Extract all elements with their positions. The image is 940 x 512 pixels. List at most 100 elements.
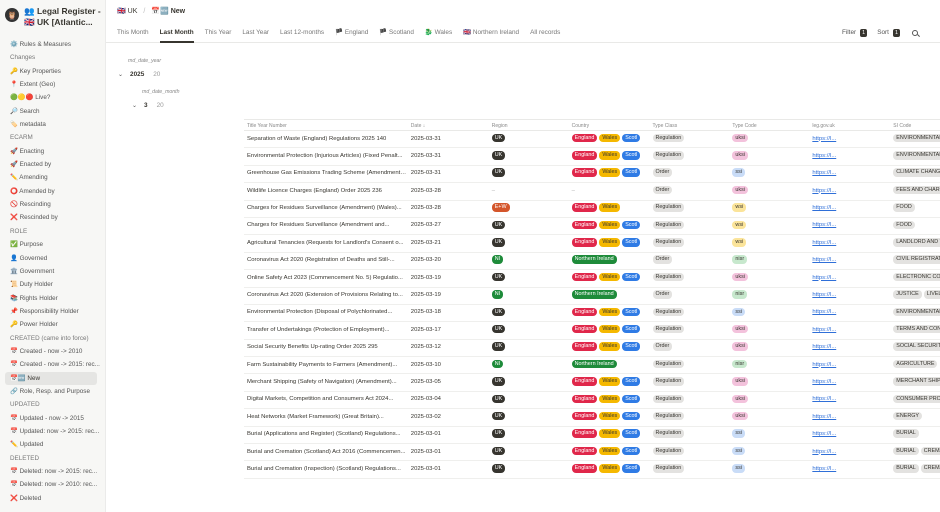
title-cell[interactable]: Transfer of Undertakings (Protection of … — [244, 322, 408, 339]
tab-item[interactable]: 🏴 Scotland — [379, 22, 414, 43]
title-cell[interactable]: Burial (Applications and Register) (Scot… — [244, 426, 408, 443]
sidebar-item[interactable]: 📅 Updated - now -> 2015 — [0, 412, 105, 425]
filter-button[interactable]: Filter 1 — [842, 28, 868, 37]
table-row[interactable]: Charges for Residues Surveillance (Amend… — [244, 217, 940, 236]
sort-button[interactable]: Sort 1 — [877, 28, 900, 37]
leg-gov-link[interactable]: https://l... — [812, 327, 836, 333]
tab-item[interactable]: 🇬🇧 Northern Ireland — [463, 22, 519, 43]
leg-gov-link[interactable]: https://l... — [812, 292, 836, 298]
sidebar-item[interactable]: ✅ Purpose — [0, 238, 105, 251]
chevron-down-icon[interactable]: ⌄ — [132, 102, 137, 109]
table-row[interactable]: Digital Markets, Competition and Consume… — [244, 391, 940, 410]
title-cell[interactable]: Charges for Residues Surveillance (Amend… — [244, 217, 408, 234]
column-header[interactable]: Region — [489, 120, 569, 130]
sidebar-item[interactable]: 🏷️ metadata — [0, 118, 105, 131]
column-header[interactable]: SI Code — [890, 120, 940, 130]
tab-item[interactable]: 🏴 England — [335, 22, 368, 43]
title-cell[interactable]: Farm Sustainability Payments to Farmers … — [244, 357, 408, 374]
table-row[interactable]: Wildlife Licence Charges (England) Order… — [244, 183, 940, 201]
sidebar-item[interactable]: ⚙️ Rules & Measures — [0, 38, 105, 51]
sidebar-item[interactable]: 📌 Responsibility Holder — [0, 305, 105, 318]
leg-gov-link[interactable]: https://l... — [812, 449, 836, 455]
leg-gov-link[interactable]: https://l... — [812, 344, 836, 350]
leg-gov-link[interactable]: https://l... — [812, 362, 836, 368]
table-row[interactable]: Charges for Residues Surveillance (Amend… — [244, 201, 940, 218]
title-cell[interactable]: Burial and Cremation (Scotland) Act 2016… — [244, 444, 408, 461]
leg-gov-link[interactable]: https://l... — [812, 414, 836, 420]
sidebar-item[interactable]: 👤 Governed — [0, 252, 105, 265]
sidebar-item[interactable]: 🔎 Search — [0, 105, 105, 118]
leg-gov-link[interactable]: https://l... — [812, 153, 836, 159]
table-row[interactable]: Greenhouse Gas Emissions Trading Scheme … — [244, 165, 940, 184]
table-row[interactable]: Heat Networks (Market Framework) (Great … — [244, 409, 940, 427]
table-row[interactable]: Agricultural Tenancies (Requests for Lan… — [244, 235, 940, 253]
title-cell[interactable]: Digital Markets, Competition and Consume… — [244, 391, 408, 408]
column-header[interactable]: Type Class — [650, 120, 730, 130]
sidebar-item[interactable]: 📅 Created - now -> 2010 — [0, 345, 105, 358]
sidebar-item[interactable]: 🏛️ Government — [0, 265, 105, 278]
sidebar-item[interactable]: 🚀 Enacting — [0, 145, 105, 158]
table-row[interactable]: Separation of Waste (England) Regulation… — [244, 131, 940, 149]
title-cell[interactable]: Coronavirus Act 2020 (Registration of De… — [244, 252, 408, 269]
sidebar-item[interactable]: 🔑 Key Properties — [0, 65, 105, 78]
table-row[interactable]: Coronavirus Act 2020 (Registration of De… — [244, 252, 940, 271]
title-cell[interactable]: Agricultural Tenancies (Requests for Lan… — [244, 235, 408, 252]
table-row[interactable]: Social Security Benefits Up-rating Order… — [244, 339, 940, 358]
leg-gov-link[interactable]: https://l... — [812, 205, 836, 211]
tab-item[interactable]: Last Year — [242, 22, 269, 43]
leg-gov-link[interactable]: https://l... — [812, 222, 836, 228]
breadcrumb-item-new[interactable]: 📅🆕 New — [151, 7, 185, 15]
title-cell[interactable]: Coronavirus Act 2020 (Extension of Provi… — [244, 287, 408, 304]
title-cell[interactable]: Online Safety Act 2023 (Commencement No.… — [244, 270, 408, 287]
leg-gov-link[interactable]: https://l... — [812, 431, 836, 437]
tab-item[interactable]: This Year — [205, 22, 232, 43]
sidebar-item[interactable]: 🔑 Power Holder — [0, 318, 105, 331]
sidebar-item[interactable]: ✏️ Amending — [0, 171, 105, 184]
title-cell[interactable]: Heat Networks (Market Framework) (Great … — [244, 409, 408, 426]
sidebar-item[interactable]: 📅 Deleted: now -> 2015: rec... — [0, 465, 105, 478]
table-row[interactable]: Burial and Cremation (Scotland) Act 2016… — [244, 444, 940, 462]
leg-gov-link[interactable]: https://l... — [812, 466, 836, 472]
title-cell[interactable]: Separation of Waste (England) Regulation… — [244, 131, 408, 148]
leg-gov-link[interactable]: https://l... — [812, 309, 836, 315]
tab-item[interactable]: 🐉 Wales — [425, 22, 452, 43]
sidebar-item[interactable]: 📅🆕 New — [5, 371, 97, 385]
chevron-down-icon[interactable]: ⌄ — [118, 71, 123, 78]
table-row[interactable]: Burial (Applications and Register) (Scot… — [244, 426, 940, 445]
tab-item[interactable]: Last Month — [159, 22, 194, 43]
title-cell[interactable]: Wildlife Licence Charges (England) Order… — [244, 183, 408, 200]
table-row[interactable]: Merchant Shipping (Safety of Navigation)… — [244, 374, 940, 392]
leg-gov-link[interactable]: https://l... — [812, 257, 836, 263]
table-row[interactable]: Coronavirus Act 2020 (Extension of Provi… — [244, 288, 940, 305]
title-cell[interactable]: Merchant Shipping (Safety of Navigation)… — [244, 374, 408, 391]
sidebar-item[interactable]: 📅 Created - now -> 2015: rec... — [0, 358, 105, 371]
title-cell[interactable]: Social Security Benefits Up-rating Order… — [244, 339, 408, 356]
table-row[interactable]: Environmental Protection (Disposal of Po… — [244, 304, 940, 323]
table-row[interactable]: Environmental Protection (Injurious Arti… — [244, 148, 940, 166]
sidebar-item[interactable]: 🟢🟡🔴 Live? — [0, 91, 105, 104]
column-header[interactable]: leg.gov.uk — [809, 120, 890, 130]
group-header-month[interactable]: ⌄ 3 20 — [132, 102, 164, 109]
sidebar-item[interactable]: 🚀 Enacted by — [0, 158, 105, 171]
workspace-header[interactable]: 🦉 👥 Legal Register - 🇬🇧 UK [Atlantic... — [0, 0, 105, 38]
leg-gov-link[interactable]: https://l... — [812, 188, 836, 194]
leg-gov-link[interactable]: https://l... — [812, 396, 836, 402]
leg-gov-link[interactable]: https://l... — [812, 170, 836, 176]
column-header[interactable]: Title Year Number — [244, 120, 408, 130]
tab-item[interactable]: All records — [530, 22, 560, 43]
sidebar-item[interactable]: ❌ Deleted — [0, 492, 105, 505]
leg-gov-link[interactable]: https://l... — [812, 379, 836, 385]
table-row[interactable]: Farm Sustainability Payments to Farmers … — [244, 357, 940, 375]
search-icon[interactable] — [912, 29, 918, 36]
sidebar-item[interactable]: 🚫 Rescinding — [0, 198, 105, 211]
sidebar-item[interactable]: ❌ Rescinded by — [0, 211, 105, 224]
group-header-year[interactable]: ⌄ 2025 20 — [118, 71, 160, 78]
tab-item[interactable]: Last 12-months — [280, 22, 324, 43]
sidebar-item[interactable]: 📅 Updated: now -> 2015: rec... — [0, 425, 105, 438]
title-cell[interactable]: Environmental Protection (Disposal of Po… — [244, 304, 408, 321]
title-cell[interactable]: Burial and Cremation (Inspection) (Scotl… — [244, 461, 408, 478]
column-header[interactable]: Type Code — [729, 120, 809, 130]
leg-gov-link[interactable]: https://l... — [812, 240, 836, 246]
title-cell[interactable]: Greenhouse Gas Emissions Trading Scheme … — [244, 165, 408, 182]
table-row[interactable]: Transfer of Undertakings (Protection of … — [244, 322, 940, 340]
